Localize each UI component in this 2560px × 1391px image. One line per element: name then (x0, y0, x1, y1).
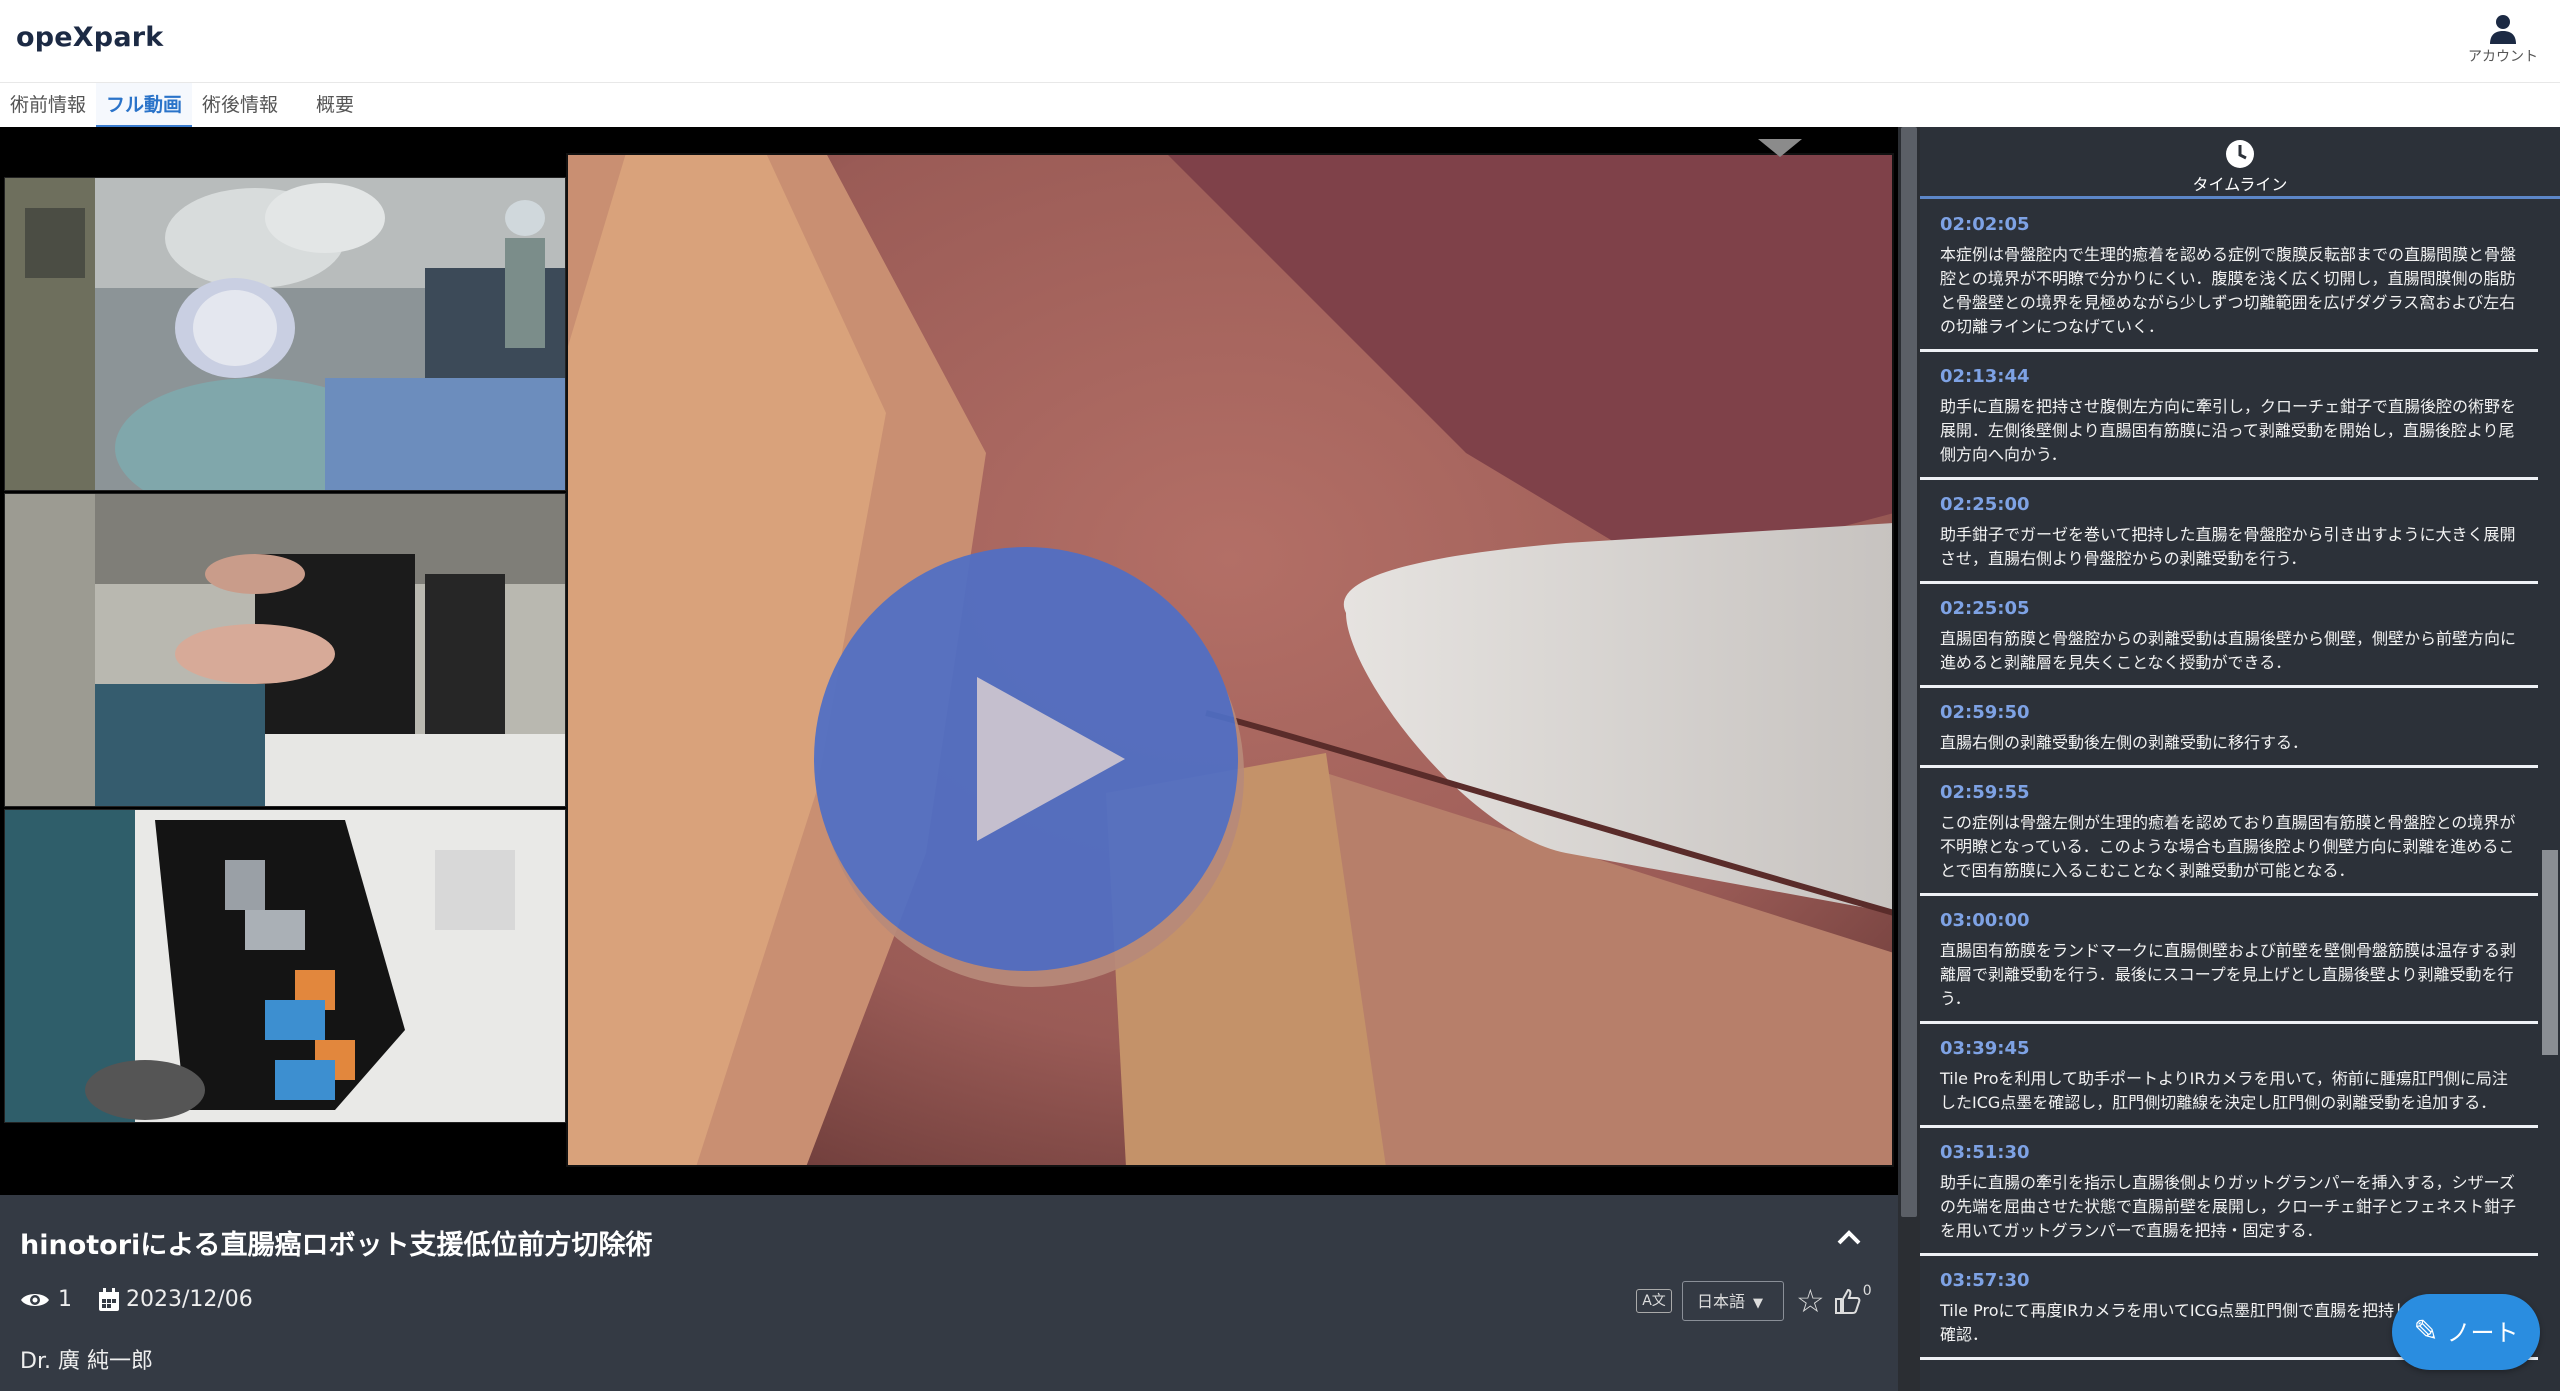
timeline-item[interactable]: 02:13:44 助手に直腸を把持させ腹側左方向に牽引し，クローチェ鉗子で直腸後… (1920, 352, 2538, 480)
timeline-item[interactable]: 03:51:30 助手に直腸の牽引を指示し直腸後側よりガットグランパーを挿入する… (1920, 1128, 2538, 1256)
tab-postop-info[interactable]: 術後情報 (192, 83, 288, 125)
timeline-timestamp[interactable]: 02:13:44 (1940, 366, 2518, 387)
play-button[interactable] (814, 547, 1238, 971)
timeline-list: 02:02:05 本症例は骨盤腔内で生理的癒着を認める症例で腹膜反転部までの直腸… (1920, 200, 2538, 1360)
translate-icon[interactable]: A文 (1636, 1289, 1672, 1313)
timeline-timestamp[interactable]: 03:57:30 (1940, 1270, 2518, 1291)
account-label: アカウント (2468, 49, 2538, 65)
timeline-timestamp[interactable]: 02:59:55 (1940, 782, 2518, 803)
view-count: 1 (58, 1287, 72, 1312)
account-icon (2490, 15, 2516, 44)
timeline-item[interactable]: 02:25:05 直腸固有筋膜と骨盤腔からの剥離受動は直腸後壁から側壁，側壁から… (1920, 584, 2538, 688)
language-value: 日本語 (1697, 1292, 1746, 1311)
video-title: hinotoriによる直腸癌ロボット支援低位前方切除術 (20, 1230, 653, 1261)
timeline-timestamp[interactable]: 02:02:05 (1940, 214, 2518, 235)
timeline-timestamp[interactable]: 03:00:00 (1940, 910, 2518, 931)
timeline-item[interactable]: 02:59:50 直腸右側の剥離受動後左側の剥離受動に移行する． (1920, 688, 2538, 768)
page-scrollbar[interactable] (1898, 127, 1920, 1391)
timeline-scrollbar[interactable] (2540, 200, 2560, 1391)
eye-icon (21, 1293, 49, 1306)
timeline-scrollbar-thumb[interactable] (2542, 850, 2558, 1055)
video-section: hinotoriによる直腸癌ロボット支援低位前方切除術 1 2023/12/06… (0, 127, 1898, 1391)
endoscope-video-frame[interactable] (566, 153, 1894, 1167)
timeline-timestamp[interactable]: 03:39:45 (1940, 1038, 2518, 1059)
timeline-timestamp[interactable]: 02:59:50 (1940, 702, 2518, 723)
timeline-panel: タイムライン 02:02:05 本症例は骨盤腔内で生理的癒着を認める症例で腹膜反… (1920, 127, 2560, 1391)
timeline-text: 直腸固有筋膜と骨盤腔からの剥離受動は直腸後壁から側壁，側壁から前壁方向に進めると… (1940, 629, 2517, 672)
upload-date: 2023/12/06 (126, 1287, 253, 1312)
timeline-text: この症例は骨盤左側が生理的癒着を認めており直腸固有筋膜と骨盤腔との境界が不明瞭と… (1940, 813, 2516, 880)
timeline-title: タイムライン (2192, 175, 2288, 194)
timeline-header: タイムライン (1920, 127, 2560, 199)
collapse-button[interactable] (1836, 1223, 1862, 1253)
calendar-icon (99, 1287, 119, 1311)
timeline-item[interactable]: 02:02:05 本症例は骨盤腔内で生理的癒着を認める症例で腹膜反転部までの直腸… (1920, 200, 2538, 352)
camera-view-foot-pedals (4, 809, 566, 1123)
video-player[interactable] (0, 127, 1898, 1195)
timeline-item[interactable]: 02:25:00 助手鉗子でガーゼを巻いて把持した直腸を骨盤腔から引き出すように… (1920, 480, 2538, 584)
pencil-icon: ✎ (2413, 1314, 2439, 1349)
timeline-text: 本症例は骨盤腔内で生理的癒着を認める症例で腹膜反転部までの直腸間膜と骨盤腔との境… (1940, 245, 2517, 336)
timeline-timestamp[interactable]: 03:51:30 (1940, 1142, 2518, 1163)
account-button[interactable]: アカウント (2468, 14, 2538, 66)
timeline-text: 助手に直腸の牽引を指示し直腸後側よりガットグランパーを挿入する，シザーズの先端を… (1940, 1173, 2517, 1240)
chapter-marker (1758, 139, 1802, 157)
timeline-text: 助手鉗子でガーゼを巻いて把持した直腸を骨盤腔から引き出すように大きく展開させ，直… (1940, 525, 2516, 568)
app-header: opeXpark アカウント (0, 0, 2560, 83)
timeline-text: 助手に直腸を把持させ腹側左方向に牽引し，クローチェ鉗子で直腸後腔の術野を展開．左… (1940, 397, 2517, 464)
like-count: 0 (1862, 1283, 1872, 1299)
timeline-item[interactable]: 02:59:55 この症例は骨盤左側が生理的癒着を認めており直腸固有筋膜と骨盤腔… (1920, 768, 2538, 896)
camera-view-surgeon-console (4, 493, 566, 807)
timeline-text: 直腸固有筋膜をランドマークに直腸側壁および前壁を壁側骨盤筋膜は温存する剥離層で剥… (1940, 941, 2517, 1008)
thumbs-up-icon[interactable] (1833, 1287, 1861, 1315)
camera-view-operating-room (4, 177, 566, 491)
chevron-down-icon: ▼ (1753, 1296, 1764, 1311)
app-logo[interactable]: opeXpark (16, 22, 163, 53)
star-icon[interactable]: ☆ (1796, 1282, 1825, 1320)
timeline-text: 直腸右側の剥離受動後左側の剥離受動に移行する． (1940, 733, 2309, 752)
video-stats: 1 2023/12/06 (20, 1287, 253, 1312)
language-select[interactable]: 日本語 ▼ (1682, 1281, 1784, 1321)
tab-bar: 術前情報 フル動画 術後情報 概要 (0, 83, 2560, 128)
tab-full-video[interactable]: フル動画 (96, 83, 193, 128)
video-controls: A文 日本語 ▼ ☆ 0 (1636, 1281, 1872, 1321)
chevron-up-icon (1837, 1230, 1861, 1245)
video-info-panel: hinotoriによる直腸癌ロボット支援低位前方切除術 1 2023/12/06… (0, 1195, 1898, 1391)
timeline-item[interactable]: 03:00:00 直腸固有筋膜をランドマークに直腸側壁および前壁を壁側骨盤筋膜は… (1920, 896, 2538, 1024)
tab-summary[interactable]: 概要 (306, 83, 364, 125)
doctor-name[interactable]: Dr. 廣 純一郎 (20, 1343, 153, 1375)
timeline-text: Tile Proを利用して助手ポートよりIRカメラを用いて，術前に腫瘍肛門側に局… (1940, 1069, 2508, 1112)
note-button[interactable]: ✎ ノート (2392, 1294, 2540, 1370)
timeline-timestamp[interactable]: 02:25:00 (1940, 494, 2518, 515)
timeline-timestamp[interactable]: 02:25:05 (1940, 598, 2518, 619)
note-button-label: ノート (2446, 1319, 2519, 1347)
play-icon (977, 677, 1125, 841)
clock-icon (2226, 140, 2254, 168)
tab-preop-info[interactable]: 術前情報 (0, 83, 96, 125)
timeline-item[interactable]: 03:39:45 Tile Proを利用して助手ポートよりIRカメラを用いて，術… (1920, 1024, 2538, 1128)
page-scrollbar-thumb[interactable] (1901, 127, 1917, 1217)
